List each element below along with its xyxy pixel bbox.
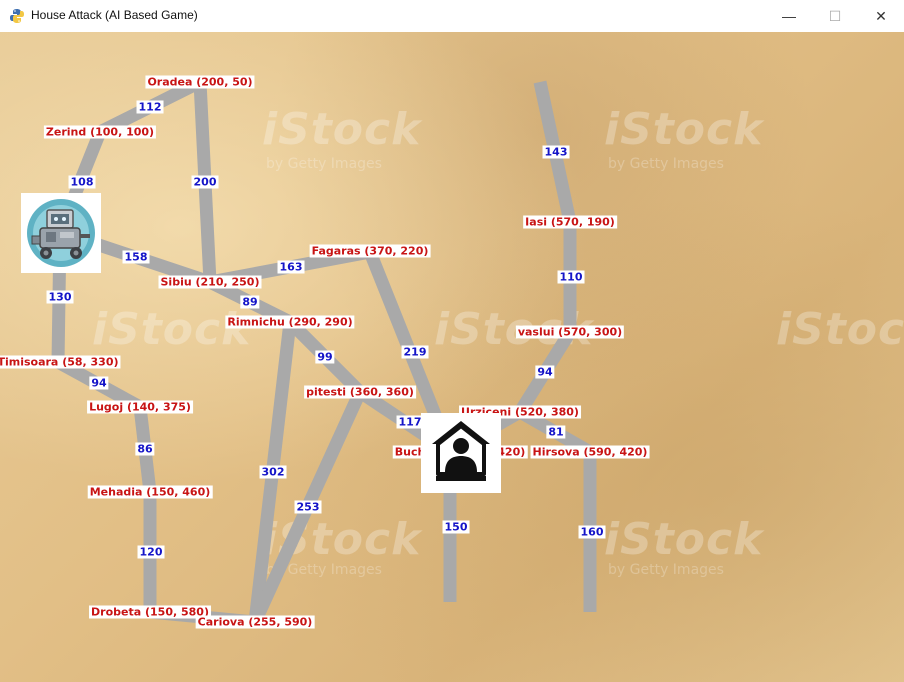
distance-label: 160 [578,525,606,539]
distance-label: 110 [557,270,585,284]
distance-label: 94 [89,376,109,390]
house-target[interactable] [421,413,501,493]
distance-label: 150 [442,520,470,534]
minimize-icon: — [782,8,796,24]
city-sibiu[interactable]: Sibiu (210, 250) [158,275,262,289]
distance-label: 120 [137,545,165,559]
window-titlebar: House Attack (AI Based Game) — ☐ ✕ [0,0,904,33]
maximize-icon: ☐ [828,7,842,24]
city-pitesti[interactable]: pitesti (360, 360) [304,385,416,399]
city-hirsova[interactable]: Hirsova (590, 420) [530,445,650,459]
city-lugoj[interactable]: Lugoj (140, 375) [87,400,193,414]
distance-label: 158 [122,250,150,264]
window-title: House Attack (AI Based Game) [31,8,198,22]
city-timisoara[interactable]: Timisoara (58, 330) [0,355,121,369]
python-snake-icon [10,9,24,23]
city-mehadia[interactable]: Mehadia (150, 460) [87,485,213,499]
city-vaslui[interactable]: vaslui (570, 300) [515,325,625,339]
minimize-button[interactable]: — [766,0,812,32]
distance-label: 143 [542,145,570,159]
distance-label: 89 [240,295,260,309]
city-drobeta[interactable]: Drobeta (150, 580) [89,605,211,619]
distance-label: 200 [191,175,219,189]
game-board[interactable]: iStock iStock iStock iStock iStock iStoc… [0,32,904,682]
close-button[interactable]: ✕ [858,0,904,32]
maximize-button[interactable]: ☐ [812,0,858,32]
city-cariova[interactable]: Cariova (255, 590) [195,615,315,629]
distance-label: 108 [68,175,96,189]
distance-label: 130 [46,290,74,304]
house-target-icon [432,421,490,481]
city-fagaras[interactable]: Fagaras (370, 220) [309,244,431,258]
distance-label: 117 [396,415,424,429]
distance-label: 99 [315,350,335,364]
robot-attacker[interactable] [21,193,101,273]
close-icon: ✕ [875,7,887,24]
distance-label: 81 [546,425,566,439]
distance-label: 112 [136,100,164,114]
distance-label: 94 [535,365,555,379]
city-rimnichu[interactable]: Rimnichu (290, 290) [225,315,355,329]
distance-label: 163 [277,260,305,274]
robot-attacker-icon [27,199,95,267]
city-zerind[interactable]: Zerind (100, 100) [43,125,157,139]
city-oradea[interactable]: Oradea (200, 50) [145,75,255,89]
distance-label: 86 [135,442,155,456]
distance-label: 253 [294,500,322,514]
city-iasi[interactable]: Iasi (570, 190) [523,215,617,229]
distance-label: 219 [401,345,429,359]
distance-label: 302 [259,465,287,479]
